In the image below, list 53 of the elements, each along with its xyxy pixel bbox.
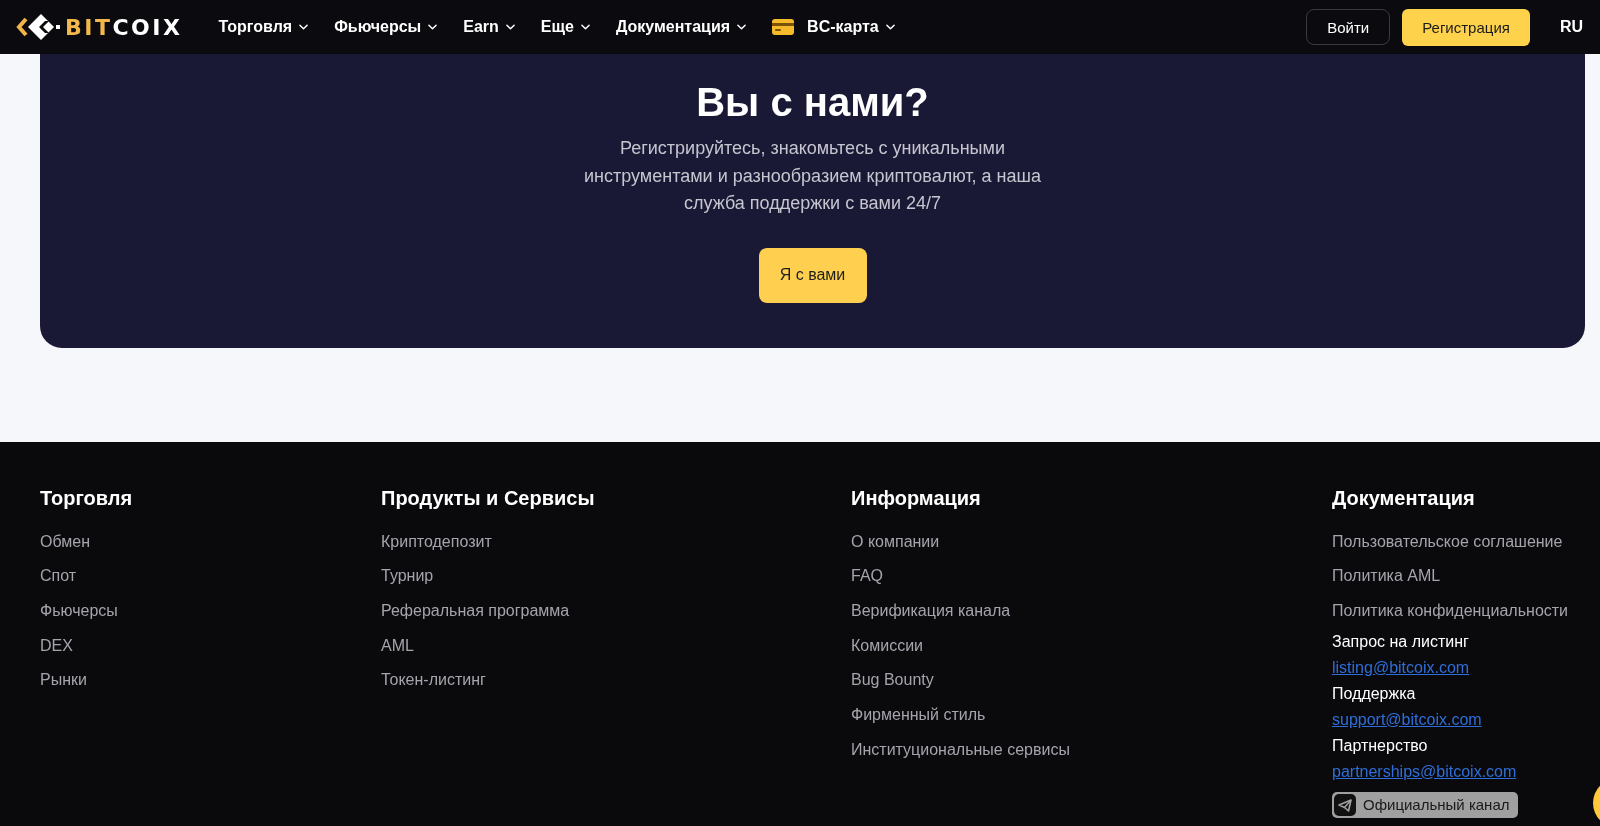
chevron-down-icon — [737, 24, 747, 30]
footer-heading: Документация — [1332, 486, 1475, 511]
email-link[interactable]: support@bitcoix.com — [1332, 706, 1482, 733]
footer-heading: Торговля — [40, 486, 133, 511]
footer-link[interactable]: Турнир — [381, 559, 434, 594]
footer-link[interactable]: AML — [381, 628, 414, 664]
contact-label: Партнерство — [1332, 735, 1428, 756]
footer-link[interactable]: Пользовательское соглашение — [1332, 524, 1563, 560]
nav-menu-item[interactable]: Торговля — [218, 18, 309, 36]
footer-link[interactable]: FAQ — [851, 559, 883, 594]
footer-link[interactable]: Обмен — [40, 524, 90, 560]
footer-link[interactable]: Фирменный стиль — [851, 698, 986, 733]
chevron-down-icon — [299, 24, 309, 30]
chevron-down-icon — [580, 24, 590, 30]
footer-link[interactable]: Комиссии — [851, 628, 924, 664]
email-link[interactable]: listing@bitcoix.com — [1332, 654, 1470, 681]
footer-link[interactable]: Фьючерсы — [40, 594, 118, 629]
chevron-down-icon — [885, 24, 895, 30]
footer-link[interactable]: DEX — [40, 628, 73, 664]
card-icon — [772, 19, 795, 35]
footer-link[interactable]: Токен-листинг — [381, 663, 486, 699]
nav-menu-item[interactable]: Еще — [540, 18, 590, 36]
footer-link[interactable]: Политика AML — [1332, 559, 1441, 594]
chevron-down-icon — [428, 24, 438, 30]
nav-menu-item[interactable]: Earn — [463, 18, 515, 36]
register-button[interactable]: Регистрация — [1402, 8, 1530, 46]
footer-heading: Информация — [851, 486, 981, 511]
logo-text[interactable]: BITCOIX — [65, 14, 183, 40]
contact-label: Запрос на листинг — [1332, 631, 1469, 652]
nav-menu-item[interactable]: Фьючерсы — [334, 18, 438, 36]
footer-link[interactable]: Верификация канала — [851, 594, 1011, 629]
cta-title: Вы с нами? — [696, 79, 929, 125]
footer-link[interactable]: О компании — [851, 524, 940, 560]
footer-link[interactable]: Институциональные сервисы — [851, 732, 1070, 768]
logo-icon[interactable] — [16, 12, 62, 42]
nav-menu-item[interactable]: BC-карта — [772, 18, 895, 36]
footer-link[interactable]: Политика конфиденциальности — [1332, 594, 1569, 629]
footer-link[interactable]: Криптодепозит — [381, 524, 492, 560]
channel-button[interactable]: Официальный канал — [1332, 791, 1518, 818]
contact-label: Поддержка — [1332, 683, 1416, 704]
nav-menu-item[interactable]: Документация — [615, 18, 747, 36]
login-button[interactable]: Войти — [1306, 9, 1391, 45]
footer-link[interactable]: Bug Bounty — [851, 663, 934, 699]
cta-button[interactable]: Я с вами — [758, 247, 867, 303]
paper-plane-icon — [1334, 793, 1356, 816]
footer-heading: Продукты и Сервисы — [381, 486, 595, 511]
language-selector[interactable]: RU — [1559, 18, 1583, 36]
footer-link[interactable]: Реферальная программа — [381, 594, 570, 629]
chevron-down-icon — [505, 24, 515, 30]
footer-link[interactable]: Спот — [40, 559, 77, 594]
footer-link[interactable]: Рынки — [40, 663, 87, 699]
cta-description: Регистрируйтесь, знакомьтесь с уникальными инструментами и разнообразием криптовалют, а наша служба поддержки с вами 24/7 — [584, 137, 1041, 215]
email-link[interactable]: partnerships@bitcoix.com — [1332, 758, 1517, 785]
